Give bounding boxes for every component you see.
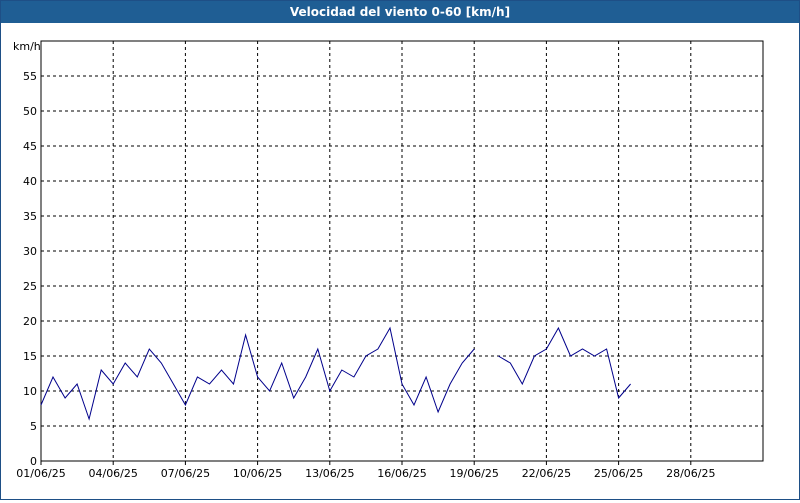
chart-window: Velocidad del viento 0-60 [km/h] 0 5 10 15 2… — [0, 0, 800, 500]
x-tick-label: 16/06/25 — [377, 467, 426, 480]
y-tick-label: 45 — [23, 140, 37, 153]
x-axis-ticks: 01/06/25 04/06/25 07/06/25 10/06/25 13/06/25… — [16, 461, 716, 480]
x-tick-label: 01/06/25 — [16, 467, 65, 480]
chart-title: Velocidad del viento 0-60 [km/h] — [1, 1, 799, 23]
x-tick-label: 19/06/25 — [449, 467, 498, 480]
x-tick-label: 22/06/25 — [522, 467, 571, 480]
y-tick-label: 55 — [23, 70, 37, 83]
y-axis-ticks: 0510152025303540455055 — [23, 70, 37, 468]
y-tick-label: 40 — [23, 175, 37, 188]
y-tick-label: 10 — [23, 385, 37, 398]
y-tick-label: 35 — [23, 210, 37, 223]
y-tick-label: 20 — [23, 315, 37, 328]
wind-speed-chart: 0510152025303540455055 01/06/25 04/06/25 0… — [13, 40, 764, 480]
y-tick-label: 25 — [23, 280, 37, 293]
y-tick-label: 30 — [23, 245, 37, 258]
y-axis-label: km/h — [13, 40, 41, 53]
plot-container: 0 5 10 15 20 25 30 35 40 45 50 55 01/06/25 04/06/25 0… — [1, 23, 799, 503]
x-tick-label: 10/06/25 — [233, 467, 282, 480]
x-tick-label: 13/06/25 — [305, 467, 354, 480]
x-tick-label: 25/06/25 — [594, 467, 643, 480]
x-tick-label: 07/06/25 — [161, 467, 210, 480]
y-tick-label: 15 — [23, 350, 37, 363]
y-tick-label: 5 — [30, 420, 37, 433]
x-tick-label: 28/06/25 — [666, 467, 715, 480]
y-tick-label: 50 — [23, 105, 37, 118]
x-tick-label: 04/06/25 — [88, 467, 137, 480]
